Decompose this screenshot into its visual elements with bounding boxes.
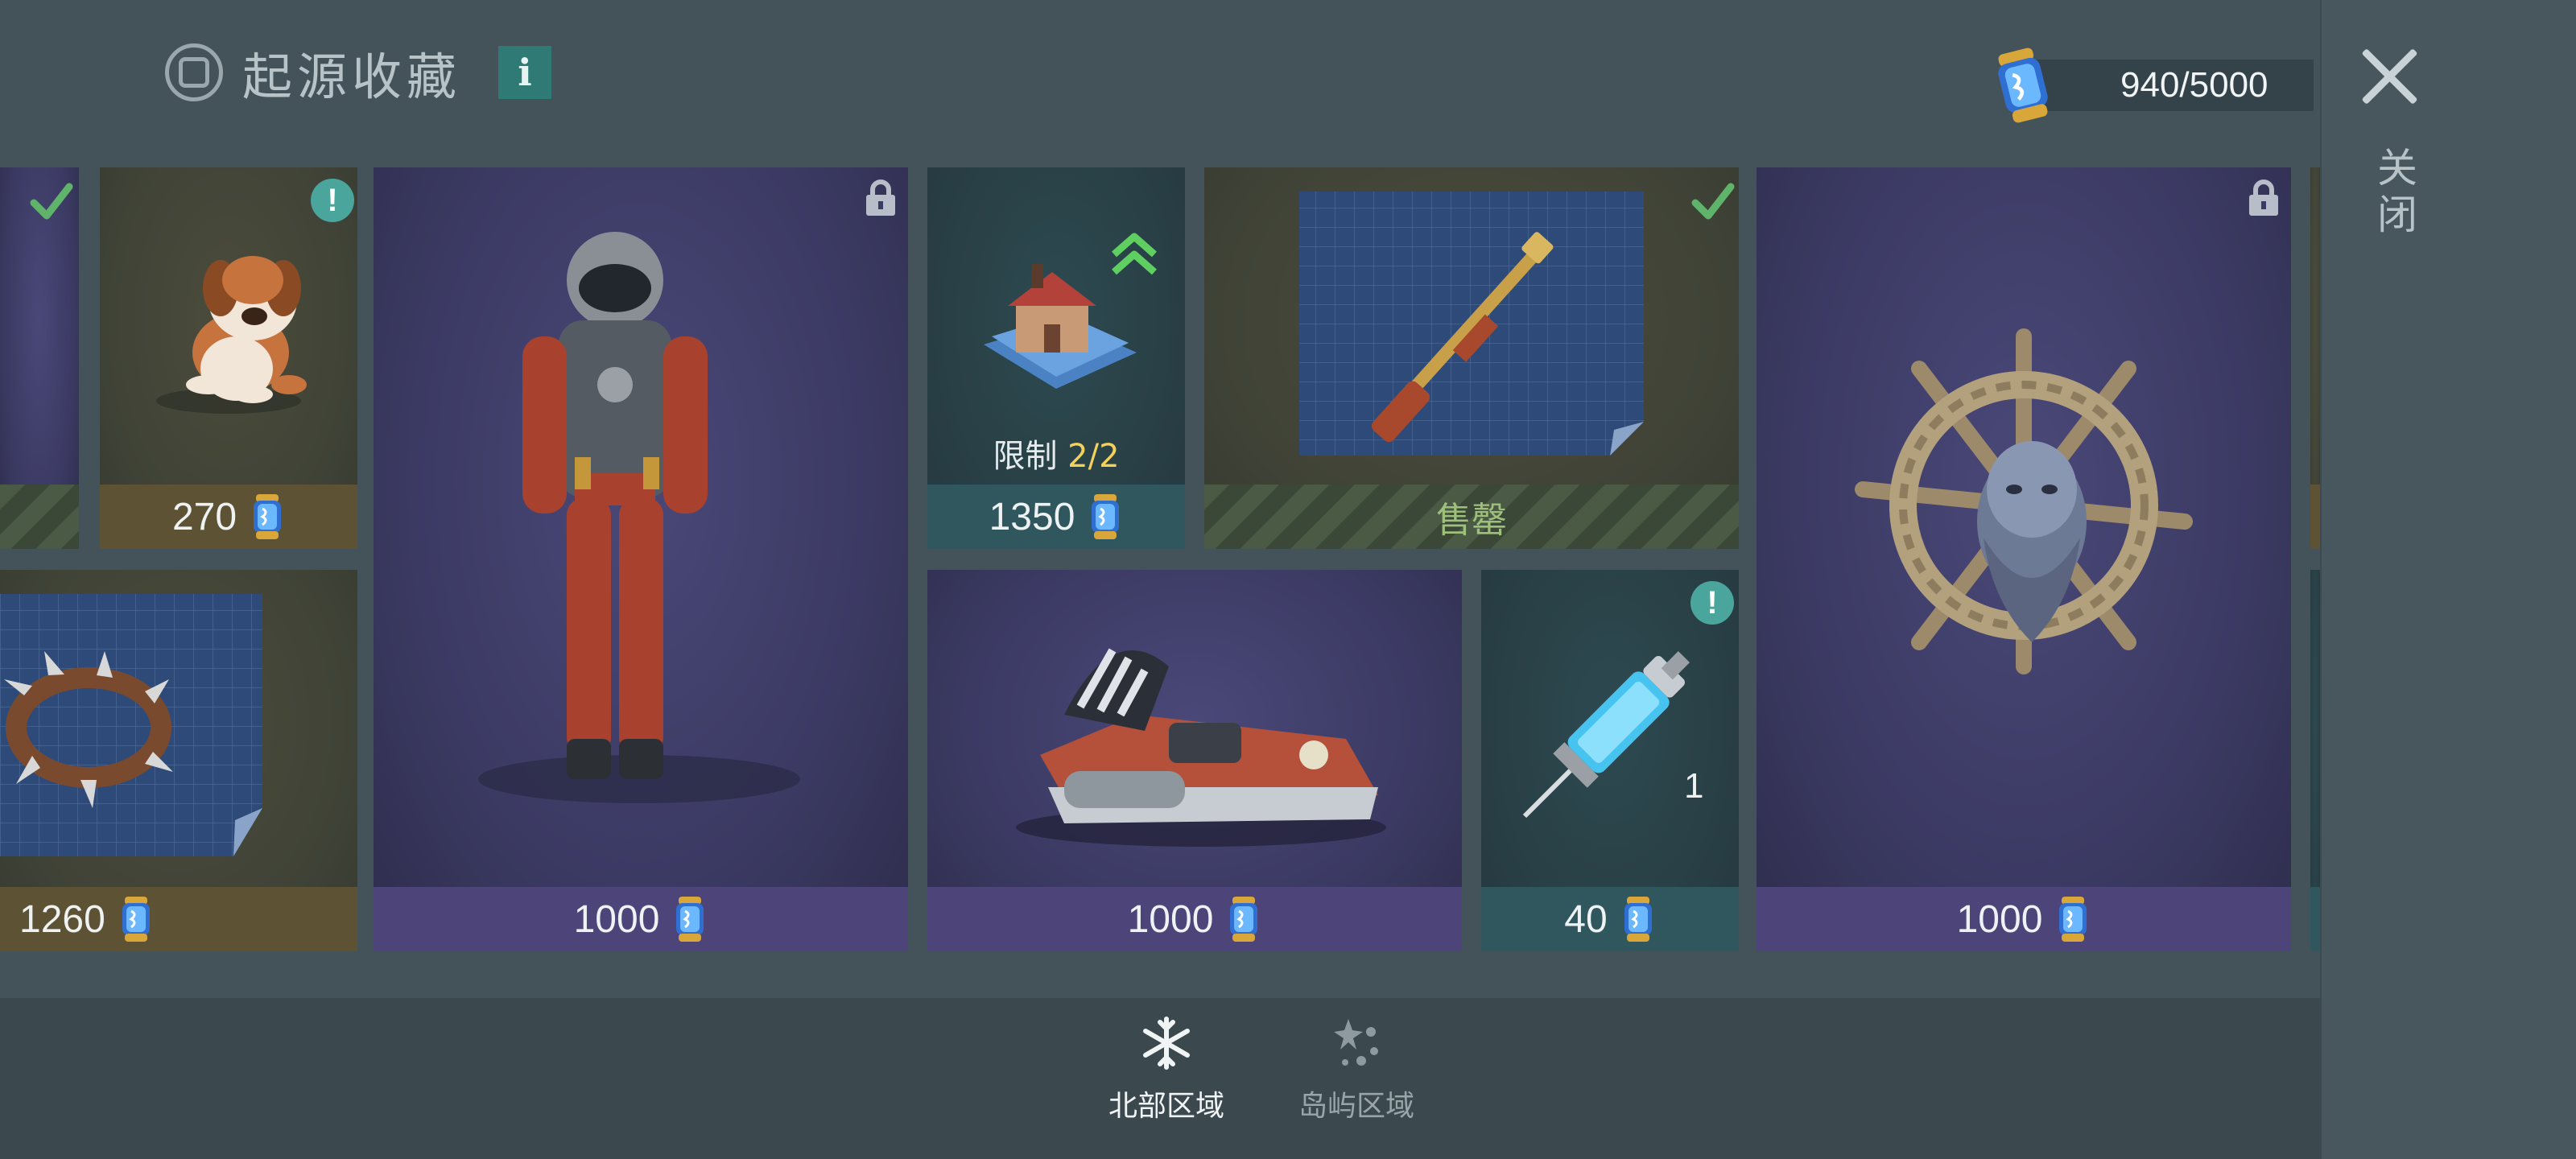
purchase-limit: 限制 2/2 — [927, 430, 1185, 476]
token-capsule-icon — [2055, 893, 2091, 945]
price-bar: 1260 — [0, 887, 357, 951]
item-card-house-blueprint[interactable]: 限制 2/2 1350 — [927, 167, 1185, 549]
snowflake-icon — [1143, 1017, 1190, 1070]
new-alert-badge: ! — [311, 179, 354, 222]
side-panel — [2320, 0, 2576, 1159]
item-card-wheel-head[interactable]: 1000 — [1757, 167, 2291, 951]
price-bar: 270 — [100, 485, 357, 549]
tab-label: 北部区域 — [1108, 1090, 1224, 1123]
item-card-dog[interactable]: ! 270 — [100, 167, 357, 549]
item-card-collar-blueprint[interactable]: 1260 — [0, 570, 357, 951]
price-bar: 1000 — [1757, 887, 2291, 951]
price-bar — [2310, 485, 2320, 549]
hoverbike-vehicle-icon — [1016, 648, 1386, 847]
rifle-blueprint-icon — [1299, 192, 1644, 456]
price-value: 1000 — [1956, 897, 2043, 941]
owned-status-bar — [0, 485, 79, 549]
currency-amount: 940/5000 — [2030, 60, 2314, 111]
item-card-suit[interactable]: 1000 — [374, 167, 908, 951]
item-quantity: 1 — [1684, 766, 1704, 806]
close-label[interactable]: 关闭 — [2365, 146, 2423, 240]
price-value: 270 — [171, 495, 237, 538]
page-title: 起源收藏 — [242, 47, 462, 106]
tab-northern-region[interactable]: 北部区域 — [1098, 1016, 1235, 1124]
price-value: 40 — [1564, 897, 1608, 941]
info-button[interactable]: i — [498, 46, 552, 99]
origin-collection-icon — [165, 43, 223, 101]
price-bar: 40 — [1481, 887, 1739, 951]
header-title-group: 起源收藏 i — [165, 39, 552, 106]
price-bar: 1000 — [374, 887, 908, 951]
token-capsule-icon — [1620, 893, 1656, 945]
token-capsule-icon — [250, 491, 285, 542]
token-capsule-icon — [1986, 39, 2060, 131]
item-card-rifle-blueprint[interactable]: 售罄 — [1204, 167, 1739, 549]
token-capsule-icon — [1088, 491, 1123, 542]
limit-value: 2/2 — [1067, 438, 1120, 475]
item-card-partial-right-bottom[interactable] — [2310, 570, 2320, 951]
owned-check-icon — [29, 179, 74, 224]
lock-icon — [2246, 179, 2281, 217]
token-capsule-icon — [1226, 893, 1261, 945]
sold-out-bar: 售罄 — [1204, 485, 1739, 549]
house-blueprint-icon — [984, 264, 1137, 389]
price-bar: 1350 — [927, 485, 1185, 549]
limit-label: 限制 — [993, 438, 1058, 475]
item-card-syringe[interactable]: ! 1 40 — [1481, 570, 1739, 951]
spiked-collar-blueprint-icon — [0, 594, 262, 856]
tab-label: 岛屿区域 — [1298, 1090, 1414, 1123]
item-card-hoverbike[interactable]: 1000 — [927, 570, 1462, 951]
new-alert-badge: ! — [1690, 581, 1734, 625]
ship-wheel-trophy-icon — [1855, 328, 2193, 674]
currency-display: 940/5000 — [1995, 45, 2314, 126]
sparkle-cluster-icon — [1334, 1019, 1378, 1066]
price-bar — [2310, 887, 2320, 951]
lock-icon — [863, 179, 898, 217]
item-card-partial-left[interactable] — [0, 167, 79, 549]
price-value: 1260 — [19, 897, 105, 941]
token-capsule-icon — [118, 893, 154, 945]
token-capsule-icon — [672, 893, 708, 945]
diving-suit-icon — [478, 232, 800, 803]
price-bar: 1000 — [927, 887, 1462, 951]
price-value: 1000 — [573, 897, 660, 941]
price-value: 1350 — [989, 495, 1075, 538]
close-icon[interactable] — [2357, 43, 2421, 108]
price-value: 1000 — [1127, 897, 1214, 941]
item-card-partial-right-top[interactable] — [2310, 167, 2320, 549]
tab-island-region[interactable]: 岛屿区域 — [1288, 1016, 1425, 1124]
owned-check-icon — [1690, 179, 1736, 224]
